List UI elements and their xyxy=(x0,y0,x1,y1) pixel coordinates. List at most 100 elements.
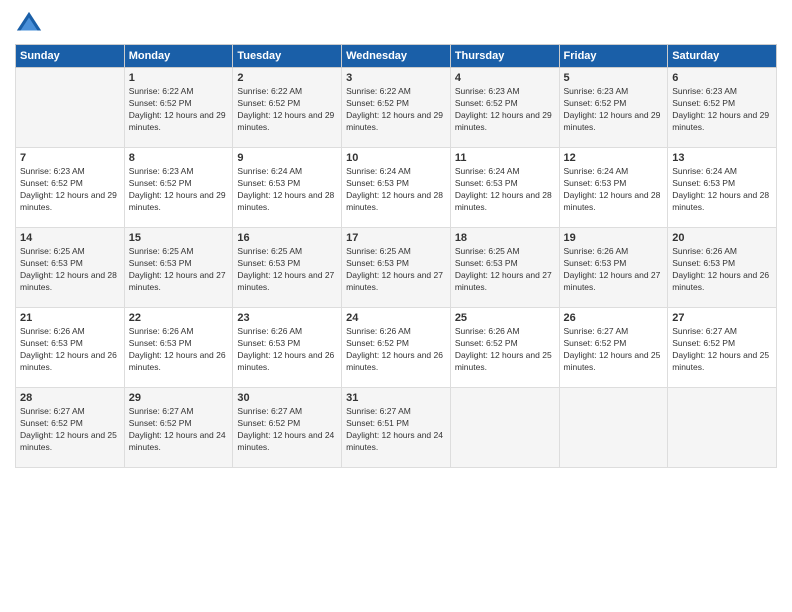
header xyxy=(15,10,777,38)
header-wednesday: Wednesday xyxy=(342,45,451,68)
table-cell: 29Sunrise: 6:27 AMSunset: 6:52 PMDayligh… xyxy=(124,388,233,468)
day-info: Sunrise: 6:25 AMSunset: 6:53 PMDaylight:… xyxy=(129,246,229,294)
day-number: 15 xyxy=(129,232,229,244)
week-row-2: 14 Sunrise: 6:25 AMSunset: 6:53 PMDayligh… xyxy=(16,228,777,308)
table-cell: 2 Sunrise: 6:22 AMSunset: 6:52 PMDaylight… xyxy=(233,68,342,148)
day-number: 5 xyxy=(564,72,664,84)
day-info: Sunrise: 6:24 AMSunset: 6:53 PMDaylight:… xyxy=(564,166,664,214)
week-row-1: 7 Sunrise: 6:23 AMSunset: 6:52 PMDaylight… xyxy=(16,148,777,228)
day-number: 29 xyxy=(129,392,229,404)
table-cell xyxy=(16,68,125,148)
day-info: Sunrise: 6:26 AMSunset: 6:53 PMDaylight:… xyxy=(564,246,664,294)
day-number: 4 xyxy=(455,72,555,84)
table-header-row: SundayMondayTuesdayWednesdayThursdayFrid… xyxy=(16,45,777,68)
day-number: 10 xyxy=(346,152,446,164)
table-cell: 11 Sunrise: 6:24 AMSunset: 6:53 PMDayligh… xyxy=(450,148,559,228)
day-info: Sunrise: 6:23 AMSunset: 6:52 PMDaylight:… xyxy=(564,86,664,134)
day-info: Sunrise: 6:22 AMSunset: 6:52 PMDaylight:… xyxy=(237,86,337,134)
header-tuesday: Tuesday xyxy=(233,45,342,68)
day-info: Sunrise: 6:26 AMSunset: 6:53 PMDaylight:… xyxy=(672,246,772,294)
day-number: 30 xyxy=(237,392,337,404)
day-info: Sunrise: 6:24 AMSunset: 6:53 PMDaylight:… xyxy=(455,166,555,214)
table-cell: 26 Sunrise: 6:27 AMSunset: 6:52 PMDayligh… xyxy=(559,308,668,388)
day-number: 7 xyxy=(20,152,120,164)
day-number: 1 xyxy=(129,72,229,84)
table-cell: 10 Sunrise: 6:24 AMSunset: 6:53 PMDayligh… xyxy=(342,148,451,228)
day-number: 22 xyxy=(129,312,229,324)
day-number: 19 xyxy=(564,232,664,244)
day-number: 25 xyxy=(455,312,555,324)
day-info: Sunrise: 6:23 AMSunset: 6:52 PMDaylight:… xyxy=(129,166,229,214)
logo xyxy=(15,10,47,38)
day-info: Sunrise: 6:26 AMSunset: 6:52 PMDaylight:… xyxy=(455,326,555,374)
day-number: 12 xyxy=(564,152,664,164)
table-cell: 7 Sunrise: 6:23 AMSunset: 6:52 PMDaylight… xyxy=(16,148,125,228)
header-friday: Friday xyxy=(559,45,668,68)
table-cell: 8 Sunrise: 6:23 AMSunset: 6:52 PMDaylight… xyxy=(124,148,233,228)
table-cell: 19 Sunrise: 6:26 AMSunset: 6:53 PMDayligh… xyxy=(559,228,668,308)
table-cell: 4 Sunrise: 6:23 AMSunset: 6:52 PMDaylight… xyxy=(450,68,559,148)
table-cell: 21Sunrise: 6:26 AMSunset: 6:53 PMDayligh… xyxy=(16,308,125,388)
logo-icon xyxy=(15,10,43,38)
day-info: Sunrise: 6:22 AMSunset: 6:52 PMDaylight:… xyxy=(346,86,446,134)
week-row-4: 28 Sunrise: 6:27 AMSunset: 6:52 PMDayligh… xyxy=(16,388,777,468)
day-info: Sunrise: 6:27 AMSunset: 6:52 PMDaylight:… xyxy=(672,326,772,374)
table-cell: 3 Sunrise: 6:22 AMSunset: 6:52 PMDaylight… xyxy=(342,68,451,148)
table-cell: 17Sunrise: 6:25 AMSunset: 6:53 PMDayligh… xyxy=(342,228,451,308)
day-info: Sunrise: 6:26 AMSunset: 6:53 PMDaylight:… xyxy=(237,326,337,374)
day-info: Sunrise: 6:23 AMSunset: 6:52 PMDaylight:… xyxy=(20,166,120,214)
table-cell: 20 Sunrise: 6:26 AMSunset: 6:53 PMDayligh… xyxy=(668,228,777,308)
day-number: 6 xyxy=(672,72,772,84)
day-info: Sunrise: 6:25 AMSunset: 6:53 PMDaylight:… xyxy=(237,246,337,294)
day-info: Sunrise: 6:27 AMSunset: 6:52 PMDaylight:… xyxy=(237,406,337,454)
day-info: Sunrise: 6:26 AMSunset: 6:53 PMDaylight:… xyxy=(20,326,120,374)
day-info: Sunrise: 6:23 AMSunset: 6:52 PMDaylight:… xyxy=(455,86,555,134)
table-cell: 1Sunrise: 6:22 AMSunset: 6:52 PMDaylight… xyxy=(124,68,233,148)
day-number: 11 xyxy=(455,152,555,164)
day-number: 14 xyxy=(20,232,120,244)
table-cell: 5 Sunrise: 6:23 AMSunset: 6:52 PMDaylight… xyxy=(559,68,668,148)
table-cell: 13 Sunrise: 6:24 AMSunset: 6:53 PMDayligh… xyxy=(668,148,777,228)
day-number: 27 xyxy=(672,312,772,324)
day-number: 17 xyxy=(346,232,446,244)
calendar-table: SundayMondayTuesdayWednesdayThursdayFrid… xyxy=(15,44,777,468)
day-info: Sunrise: 6:27 AMSunset: 6:52 PMDaylight:… xyxy=(20,406,120,454)
day-number: 2 xyxy=(237,72,337,84)
table-cell: 18 Sunrise: 6:25 AMSunset: 6:53 PMDayligh… xyxy=(450,228,559,308)
day-number: 9 xyxy=(237,152,337,164)
day-number: 13 xyxy=(672,152,772,164)
day-info: Sunrise: 6:25 AMSunset: 6:53 PMDaylight:… xyxy=(20,246,120,294)
table-cell: 27 Sunrise: 6:27 AMSunset: 6:52 PMDayligh… xyxy=(668,308,777,388)
day-number: 3 xyxy=(346,72,446,84)
day-info: Sunrise: 6:23 AMSunset: 6:52 PMDaylight:… xyxy=(672,86,772,134)
day-number: 20 xyxy=(672,232,772,244)
day-info: Sunrise: 6:24 AMSunset: 6:53 PMDaylight:… xyxy=(346,166,446,214)
day-info: Sunrise: 6:25 AMSunset: 6:53 PMDaylight:… xyxy=(455,246,555,294)
day-number: 16 xyxy=(237,232,337,244)
day-info: Sunrise: 6:27 AMSunset: 6:52 PMDaylight:… xyxy=(564,326,664,374)
table-cell: 16 Sunrise: 6:25 AMSunset: 6:53 PMDayligh… xyxy=(233,228,342,308)
day-number: 8 xyxy=(129,152,229,164)
header-sunday: Sunday xyxy=(16,45,125,68)
day-number: 24 xyxy=(346,312,446,324)
table-cell: 9Sunrise: 6:24 AMSunset: 6:53 PMDaylight… xyxy=(233,148,342,228)
table-cell: 12 Sunrise: 6:24 AMSunset: 6:53 PMDayligh… xyxy=(559,148,668,228)
week-row-3: 21Sunrise: 6:26 AMSunset: 6:53 PMDayligh… xyxy=(16,308,777,388)
calendar-container: SundayMondayTuesdayWednesdayThursdayFrid… xyxy=(0,0,792,612)
table-cell xyxy=(668,388,777,468)
table-cell: 28 Sunrise: 6:27 AMSunset: 6:52 PMDayligh… xyxy=(16,388,125,468)
day-info: Sunrise: 6:24 AMSunset: 6:53 PMDaylight:… xyxy=(672,166,772,214)
week-row-0: 1 Sunrise: 6:22 AMSunset: 6:52 PMDaylight… xyxy=(16,68,777,148)
day-number: 18 xyxy=(455,232,555,244)
table-cell: 6 Sunrise: 6:23 AMSunset: 6:52 PMDaylight… xyxy=(668,68,777,148)
table-cell: 31Sunrise: 6:27 AMSunset: 6:51 PMDayligh… xyxy=(342,388,451,468)
table-cell: 30 Sunrise: 6:27 AMSunset: 6:52 PMDayligh… xyxy=(233,388,342,468)
day-info: Sunrise: 6:26 AMSunset: 6:53 PMDaylight:… xyxy=(129,326,229,374)
day-number: 23 xyxy=(237,312,337,324)
header-saturday: Saturday xyxy=(668,45,777,68)
day-number: 26 xyxy=(564,312,664,324)
table-cell: 14 Sunrise: 6:25 AMSunset: 6:53 PMDayligh… xyxy=(16,228,125,308)
table-cell: 25 Sunrise: 6:26 AMSunset: 6:52 PMDayligh… xyxy=(450,308,559,388)
day-number: 28 xyxy=(20,392,120,404)
day-number: 31 xyxy=(346,392,446,404)
